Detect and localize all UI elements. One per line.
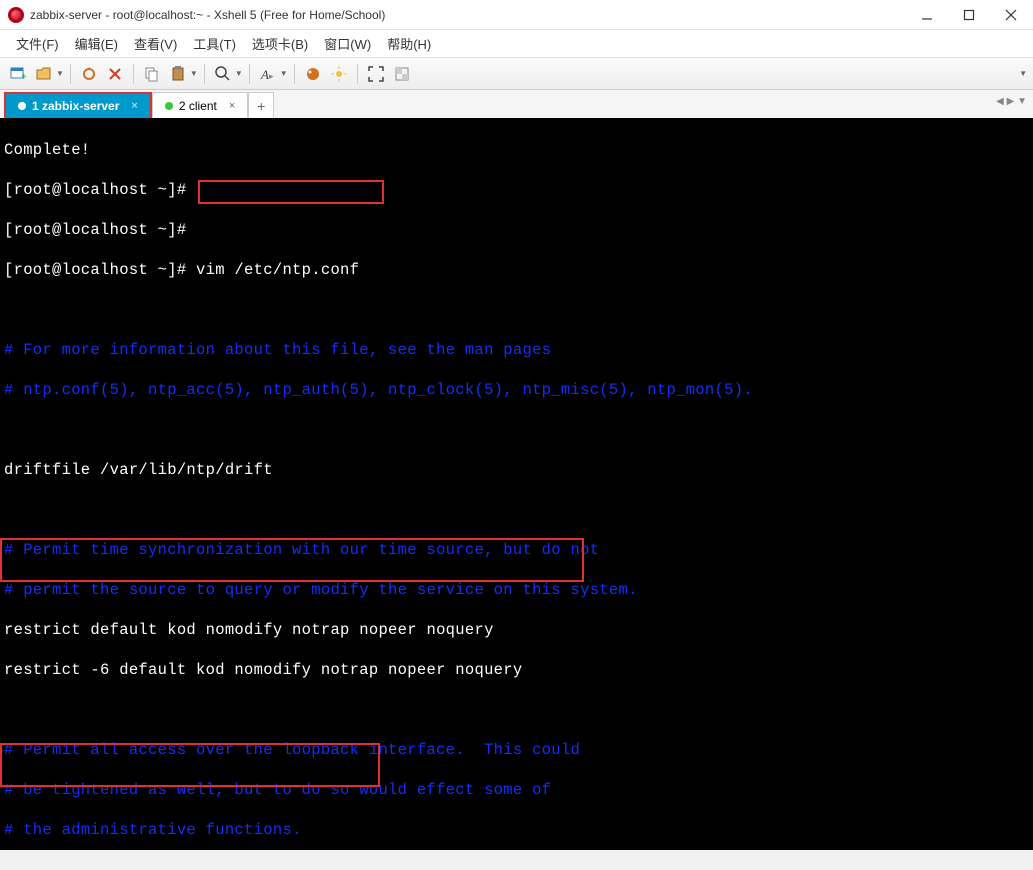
terminal-line: restrict -6 default kod nomodify notrap … <box>4 660 1029 680</box>
window-controls <box>913 1 1025 29</box>
terminal-comment: # Permit all access over the loopback in… <box>4 740 1029 760</box>
menu-tools[interactable]: 工具(T) <box>185 30 244 57</box>
new-tab-button[interactable]: + <box>248 92 274 118</box>
separator <box>133 64 134 84</box>
toolbar-overflow-icon[interactable]: ▼ <box>1019 69 1027 78</box>
titlebar: zabbix-server - root@localhost:~ - Xshel… <box>0 0 1033 30</box>
color-scheme-icon[interactable] <box>301 62 325 86</box>
toolbar: + ▼ ▼ ▼ A▸ ▼ ▼ <box>0 58 1033 90</box>
terminal-output[interactable]: Complete! [root@localhost ~]# [root@loca… <box>0 118 1033 850</box>
separator <box>294 64 295 84</box>
close-icon[interactable]: × <box>229 100 235 112</box>
terminal-line: Complete! <box>4 140 1029 160</box>
new-session-icon[interactable]: + <box>6 62 30 86</box>
terminal-line: driftfile /var/lib/ntp/drift <box>4 460 1029 480</box>
open-session-icon[interactable] <box>32 62 56 86</box>
terminal-comment: # permit the source to query or modify t… <box>4 580 1029 600</box>
close-button[interactable] <box>997 1 1025 29</box>
terminal-line: restrict default kod nomodify notrap nop… <box>4 620 1029 640</box>
terminal-comment: # Permit time synchronization with our t… <box>4 540 1029 560</box>
terminal-comment: # For more information about this file, … <box>4 340 1029 360</box>
tab-client[interactable]: 2 client × <box>152 92 248 118</box>
svg-text:+: + <box>21 72 27 83</box>
highlight-icon[interactable] <box>327 62 351 86</box>
menubar: 文件(F) 编辑(E) 查看(V) 工具(T) 选项卡(B) 窗口(W) 帮助(… <box>0 30 1033 58</box>
menu-window[interactable]: 窗口(W) <box>316 30 379 57</box>
menu-tabs[interactable]: 选项卡(B) <box>244 30 316 57</box>
tabbar: 1 zabbix-server × 2 client × + ◀ ▶ ▼ <box>0 90 1033 118</box>
paste-icon[interactable] <box>166 62 190 86</box>
font-icon[interactable]: A▸ <box>256 62 280 86</box>
tab-zabbix-server[interactable]: 1 zabbix-server × <box>4 92 152 118</box>
terminal-comment: # the administrative functions. <box>4 820 1029 840</box>
fullscreen-icon[interactable] <box>364 62 388 86</box>
chevron-down-icon[interactable]: ▼ <box>56 69 64 78</box>
separator <box>357 64 358 84</box>
terminal-comment: # be tightened as well, but to do so wou… <box>4 780 1029 800</box>
terminal-comment: # ntp.conf(5), ntp_acc(5), ntp_auth(5), … <box>4 380 1029 400</box>
disconnect-icon[interactable] <box>103 62 127 86</box>
menu-view[interactable]: 查看(V) <box>126 30 185 57</box>
svg-text:▸: ▸ <box>269 71 274 81</box>
tab-label: 1 zabbix-server <box>32 99 119 113</box>
chevron-down-icon[interactable]: ▼ <box>280 69 288 78</box>
tab-navigation[interactable]: ◀ ▶ ▼ <box>996 96 1027 107</box>
terminal-line <box>4 300 1029 320</box>
terminal-line: [root@localhost ~]# <box>4 180 1029 200</box>
menu-help[interactable]: 帮助(H) <box>379 30 439 57</box>
status-dot-icon <box>18 102 26 110</box>
chevron-down-icon[interactable]: ▼ <box>190 69 198 78</box>
separator <box>249 64 250 84</box>
terminal-line <box>4 700 1029 720</box>
menu-edit[interactable]: 编辑(E) <box>67 30 126 57</box>
find-icon[interactable] <box>211 62 235 86</box>
close-icon[interactable]: × <box>131 100 137 112</box>
terminal-line <box>4 420 1029 440</box>
svg-text:A: A <box>260 67 269 82</box>
terminal-line: [root@localhost ~]# vim /etc/ntp.conf <box>4 260 1029 280</box>
maximize-button[interactable] <box>955 1 983 29</box>
terminal-line <box>4 500 1029 520</box>
separator <box>70 64 71 84</box>
transparency-icon[interactable] <box>390 62 414 86</box>
separator <box>204 64 205 84</box>
menu-file[interactable]: 文件(F) <box>8 30 67 57</box>
app-icon <box>8 7 24 23</box>
reconnect-icon[interactable] <box>77 62 101 86</box>
status-dot-icon <box>165 102 173 110</box>
minimize-button[interactable] <box>913 1 941 29</box>
chevron-down-icon[interactable]: ▼ <box>235 69 243 78</box>
copy-icon[interactable] <box>140 62 164 86</box>
terminal-line: [root@localhost ~]# <box>4 220 1029 240</box>
tab-label: 2 client <box>179 99 217 113</box>
window-title: zabbix-server - root@localhost:~ - Xshel… <box>30 8 913 22</box>
